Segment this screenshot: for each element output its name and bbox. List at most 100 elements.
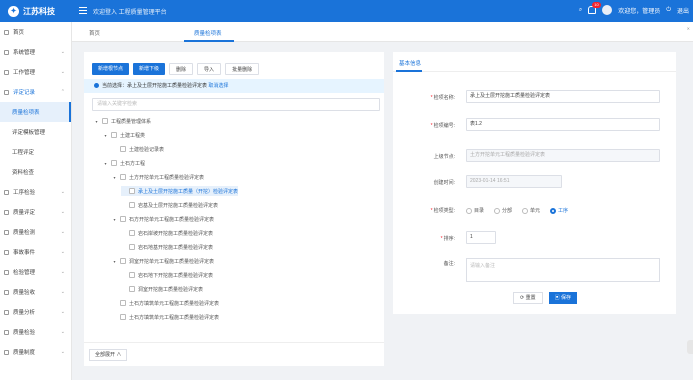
sidebar-item[interactable]: 评定模板管理 — [0, 122, 71, 142]
tab-home[interactable]: 首页 — [89, 29, 100, 37]
caret-icon[interactable]: ▾ — [112, 217, 117, 222]
radio-label: 工序 — [558, 208, 569, 214]
sidebar-item[interactable]: 首页 — [0, 22, 71, 42]
tree-node[interactable]: 洞室开挖施工质量检验评定表 — [121, 284, 203, 294]
tree-node[interactable]: 土石方填筑单元工程施工质量检验评定表 — [112, 298, 219, 308]
tree-node[interactable]: ▾ 洞室开挖单元工程施工质量检验评定表 — [112, 256, 214, 266]
caret-icon[interactable]: ▾ — [112, 175, 117, 180]
bell-icon[interactable]: 10 — [588, 2, 601, 14]
reset-button[interactable]: ⟳ 重置 — [513, 292, 543, 304]
notification-badge: 10 — [592, 2, 601, 8]
tree-node[interactable]: 岩石岸坡开挖施工质量检验评定表 — [121, 228, 213, 238]
tree-checkbox[interactable] — [111, 160, 117, 166]
sidebar-item-label: 评定模板管理 — [12, 130, 46, 136]
scroll-handle[interactable] — [687, 340, 693, 354]
caret-icon[interactable]: ▾ — [112, 259, 117, 264]
caret-icon[interactable]: ▾ — [103, 161, 108, 166]
tree-checkbox[interactable] — [120, 216, 126, 222]
tree-node[interactable]: 土建检验记录表 — [112, 144, 164, 154]
type-radio[interactable]: 工序 — [550, 207, 568, 214]
cancel-selection-link[interactable]: 取消选择 — [208, 83, 228, 89]
logout-label[interactable]: 退出 — [677, 6, 689, 15]
tree-node[interactable]: ▾ 土建工程类 — [103, 130, 145, 140]
caret-icon[interactable]: ▾ — [103, 133, 108, 138]
radio-icon — [550, 207, 557, 214]
tree-footer: 全部展开 ∧ — [84, 342, 384, 366]
sidebar-item[interactable]: 事故事件 ⌄ — [0, 242, 71, 262]
tree-checkbox[interactable] — [120, 300, 126, 306]
user-name[interactable]: 欢迎您，管理员 — [618, 6, 660, 15]
sidebar-item[interactable]: 工作管理 ⌄ — [0, 62, 71, 82]
chevron-icon: ⌄ — [60, 69, 65, 75]
code-input[interactable]: 表1.2 — [466, 118, 660, 131]
sidebar-item[interactable]: 评定记录 ⌃ — [0, 82, 71, 102]
name-input[interactable]: 承上及土层开挖施工质量检验评定表 — [466, 90, 660, 103]
add-child-button[interactable]: 新增下级 — [133, 63, 166, 75]
sidebar-item[interactable]: 质量分析 ⌄ — [0, 302, 71, 322]
tree-checkbox[interactable] — [120, 174, 126, 180]
menu-icon — [4, 289, 9, 295]
type-radio[interactable]: 单元 — [522, 207, 540, 214]
save-button[interactable]: ▣ 保存 — [548, 292, 578, 304]
tree-checkbox[interactable] — [129, 244, 135, 250]
tree-checkbox[interactable] — [102, 118, 108, 124]
tree-node[interactable]: 土石方填筑单元工程施工质量检验评定表 — [112, 312, 219, 322]
tree-node[interactable]: ▾ 土石方工程 — [103, 158, 145, 168]
sidebar-item[interactable]: 资料检查 — [0, 162, 71, 182]
chevron-icon: ⌄ — [60, 289, 65, 295]
caret-icon[interactable]: ▾ — [94, 119, 99, 124]
sidebar-item-label: 质量制度 — [13, 350, 36, 356]
tree-node[interactable]: 岩基及土层开挖施工质量检验评定表 — [121, 200, 218, 210]
close-tab-icon[interactable]: ✕ — [687, 26, 690, 31]
type-radio[interactable]: 目录 — [466, 207, 484, 214]
tree-checkbox[interactable] — [129, 202, 135, 208]
tree-checkbox[interactable] — [129, 272, 135, 278]
delete-button[interactable]: 删除 — [169, 63, 194, 75]
tree-node[interactable]: ▾ 工程质量管理体系 — [94, 116, 151, 126]
tree-search-input[interactable]: 请输入关键字检索 — [92, 98, 380, 111]
type-radio[interactable]: 分部 — [494, 207, 512, 214]
tree-node[interactable]: ▾ 石方开挖单元工程施工质量检验评定表 — [112, 214, 214, 224]
tree-node[interactable]: 岩石地下开挖施工质量检验评定表 — [121, 270, 213, 280]
search-icon[interactable]: ⌕ — [579, 7, 582, 14]
radio-label: 单元 — [530, 208, 541, 214]
expand-all-button[interactable]: 全部展开 ∧ — [89, 349, 128, 361]
sidebar-item[interactable]: 质量评定 ⌄ — [0, 202, 71, 222]
avatar[interactable] — [602, 5, 613, 15]
chevron-icon: ⌄ — [60, 249, 65, 255]
sidebar-item[interactable]: 质量验收 ⌄ — [0, 282, 71, 302]
logout-icon[interactable]: ⏻ — [666, 7, 671, 14]
tree-node[interactable]: 承上及土层开挖施工质量（开挖）检验评定表 — [121, 186, 239, 196]
sidebar-item[interactable]: 质量检验 ⌄ — [0, 322, 71, 342]
sidebar-item[interactable]: 系统管理 ⌄ — [0, 42, 71, 62]
menu-icon — [4, 269, 9, 275]
menu-toggle-icon[interactable] — [79, 7, 87, 14]
chevron-icon: ⌄ — [60, 229, 65, 235]
tree-node[interactable]: 岩石地基开挖施工质量检验评定表 — [121, 242, 213, 252]
sidebar-item[interactable]: 质量制度 ⌄ — [0, 342, 71, 362]
tree-checkbox[interactable] — [120, 146, 126, 152]
menu-icon — [4, 249, 9, 255]
import-button[interactable]: 导入 — [197, 63, 222, 75]
tree-checkbox[interactable] — [129, 230, 135, 236]
add-root-button[interactable]: 新增根节点 — [92, 63, 130, 75]
sidebar-item[interactable]: 工序检验 ⌄ — [0, 182, 71, 202]
sort-label: *排序: — [440, 236, 455, 242]
tree-checkbox[interactable] — [120, 314, 126, 320]
sidebar-item[interactable]: 检验管理 ⌄ — [0, 262, 71, 282]
tree-checkbox[interactable] — [120, 258, 126, 264]
tree-node[interactable]: ▾ 土方开挖单元工程质量检验评定表 — [112, 172, 204, 182]
sidebar-item-label: 质量检验 — [13, 330, 36, 336]
menu-icon — [4, 229, 9, 235]
sidebar-item[interactable]: 质量检项表 — [0, 102, 71, 122]
brand-logo[interactable]: ✦ 江苏科技 — [8, 4, 71, 18]
sort-input[interactable]: 1 — [466, 231, 496, 244]
note-textarea[interactable]: 请输入备注 — [466, 258, 660, 282]
tree-checkbox[interactable] — [129, 188, 135, 194]
sidebar-item[interactable]: 工程评定 — [0, 142, 71, 162]
tree-checkbox[interactable] — [111, 132, 117, 138]
tree-checkbox[interactable] — [129, 286, 135, 292]
tab-quality-items[interactable]: 质量检项表 — [194, 29, 222, 37]
batch-delete-button[interactable]: 批量删除 — [225, 63, 260, 75]
sidebar-item[interactable]: 质量检测 ⌄ — [0, 222, 71, 242]
